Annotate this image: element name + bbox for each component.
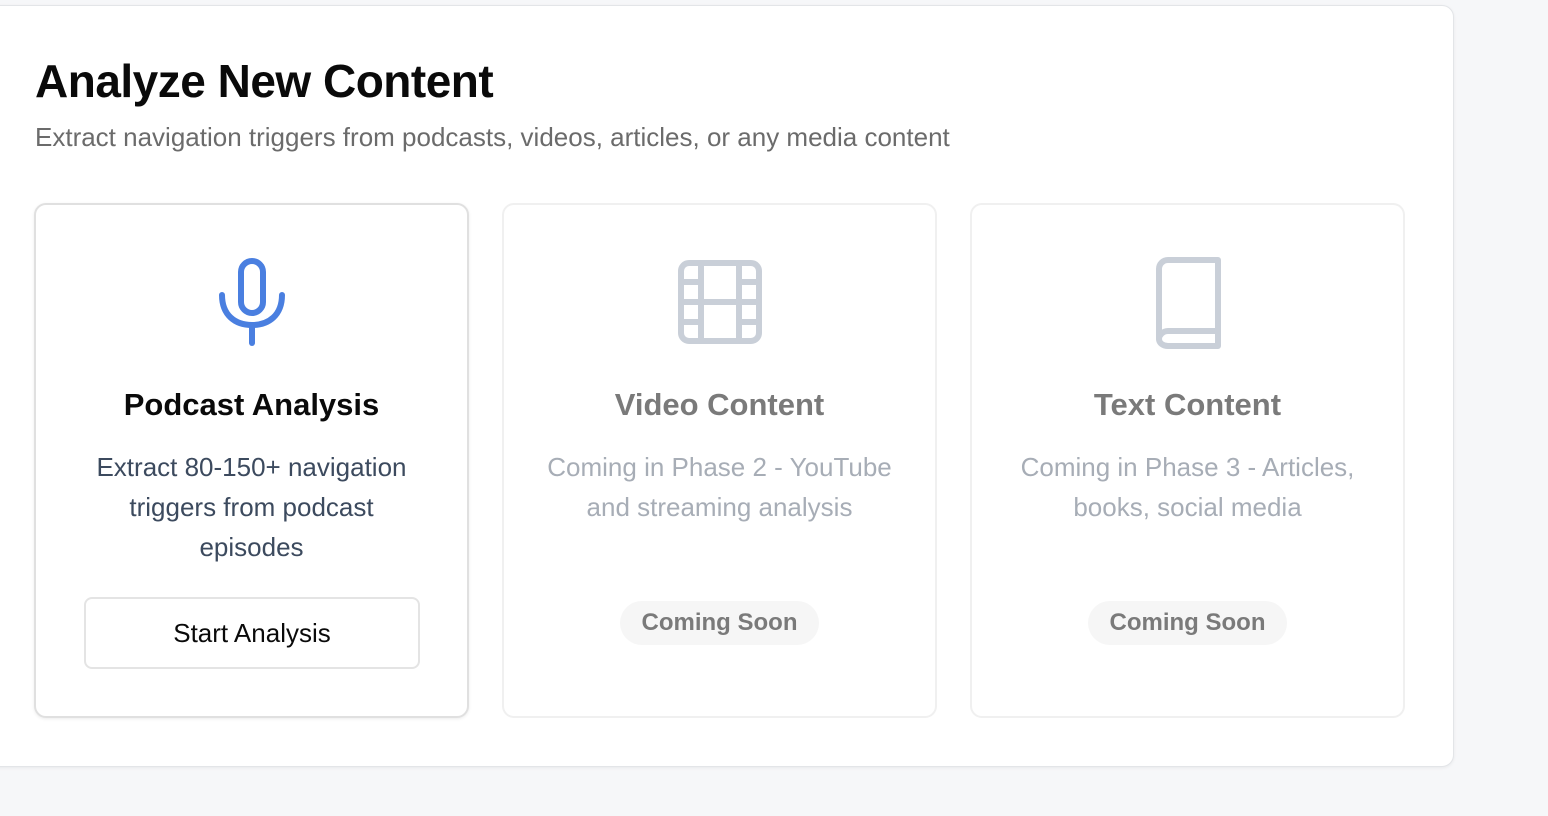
coming-soon-badge: Coming Soon xyxy=(1087,601,1288,645)
video-content-card: Video Content Coming in Phase 2 - YouTub… xyxy=(502,203,937,718)
analyze-content-panel: Analyze New Content Extract navigation t… xyxy=(0,5,1454,767)
coming-soon-badge: Coming Soon xyxy=(619,601,820,645)
microphone-icon xyxy=(207,255,297,350)
text-content-card: Text Content Coming in Phase 3 - Article… xyxy=(970,203,1405,718)
book-icon xyxy=(1143,255,1233,350)
card-title: Video Content xyxy=(614,387,825,422)
page-title: Analyze New Content xyxy=(35,55,494,107)
film-icon xyxy=(675,255,765,350)
start-analysis-button[interactable]: Start Analysis xyxy=(84,597,420,669)
podcast-analysis-card[interactable]: Podcast Analysis Extract 80-150+ navigat… xyxy=(34,203,469,718)
card-title: Text Content xyxy=(1093,387,1282,422)
card-description: Coming in Phase 3 - Articles, books, soc… xyxy=(1020,452,1355,522)
card-title: Podcast Analysis xyxy=(123,387,380,422)
page-subtitle: Extract navigation triggers from podcast… xyxy=(35,122,950,152)
card-description: Coming in Phase 2 - YouTube and streamin… xyxy=(547,452,892,522)
card-description: Extract 80-150+ navigation triggers from… xyxy=(96,452,407,562)
